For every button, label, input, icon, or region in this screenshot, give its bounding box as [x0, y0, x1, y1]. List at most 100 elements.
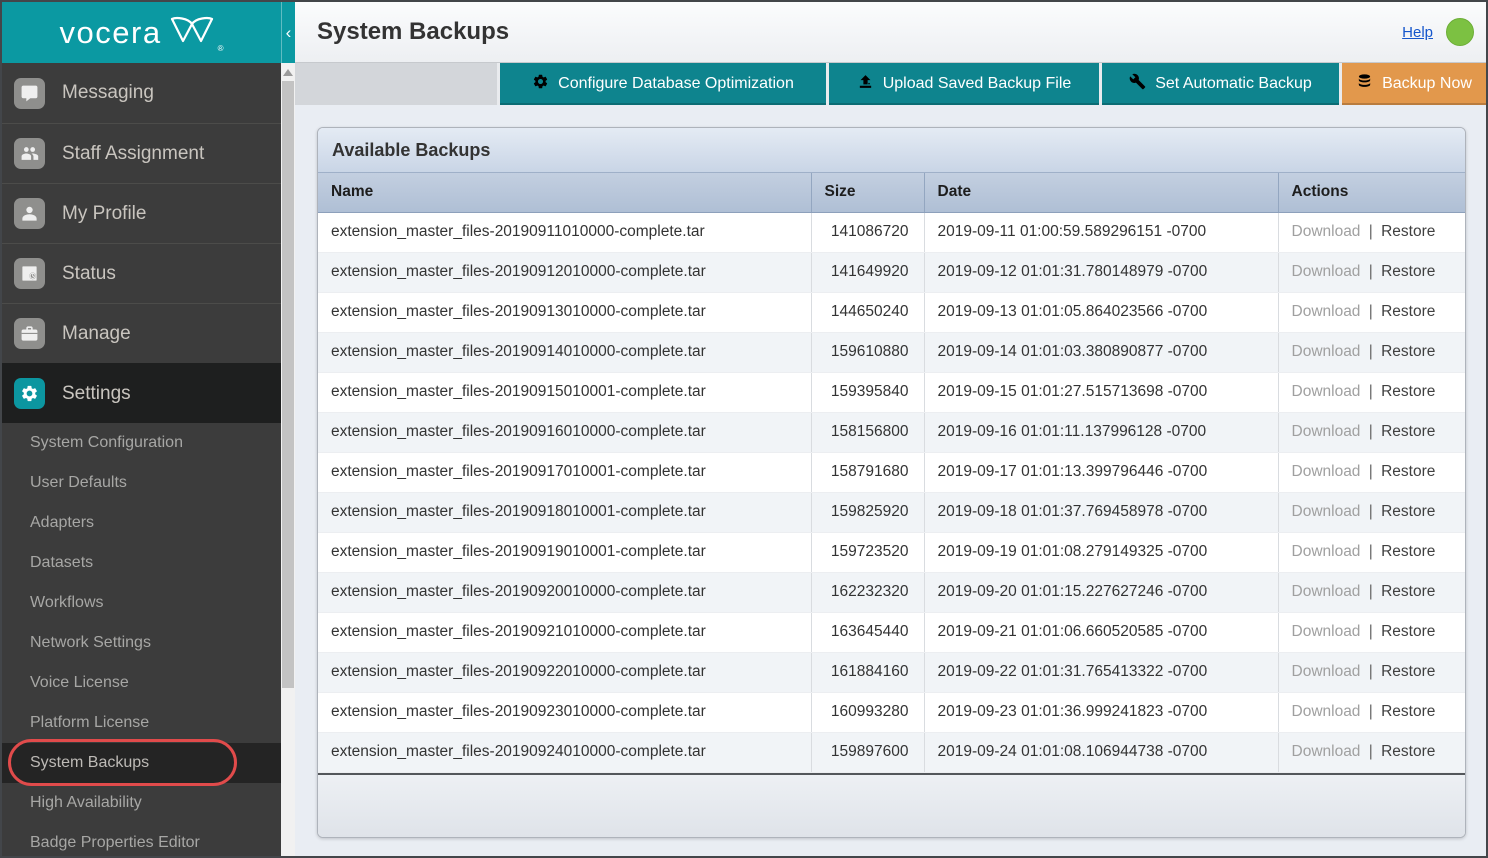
restore-link[interactable]: Restore: [1381, 503, 1435, 520]
restore-link[interactable]: Restore: [1381, 223, 1435, 240]
sidebar-item-messaging[interactable]: Messaging: [2, 63, 281, 123]
backup-actions-cell: Download | Restore: [1278, 372, 1465, 412]
table-row: extension_master_files-20190921010000-co…: [318, 612, 1465, 652]
actions-separator: |: [1365, 423, 1377, 440]
restore-link[interactable]: Restore: [1381, 703, 1435, 720]
restore-link[interactable]: Restore: [1381, 343, 1435, 360]
download-link[interactable]: Download: [1292, 623, 1361, 640]
backup-actions-cell: Download | Restore: [1278, 292, 1465, 332]
sidebar-scrollbar[interactable]: [281, 63, 295, 856]
backup-actions-cell: Download | Restore: [1278, 252, 1465, 292]
scrollbar-thumb[interactable]: [282, 81, 294, 688]
toolbar: Configure Database Optimization Upload S…: [295, 63, 1486, 105]
registered-mark: ®: [218, 44, 224, 53]
sidebar-subitem-platform-license[interactable]: Platform License: [2, 703, 281, 743]
main-content: System Backups Help Configure Database O…: [295, 2, 1486, 856]
sidebar-item-settings[interactable]: Settings: [2, 363, 281, 423]
restore-link[interactable]: Restore: [1381, 383, 1435, 400]
sidebar-item-status[interactable]: Status: [2, 243, 281, 303]
sidebar-subitem-network-settings[interactable]: Network Settings: [2, 623, 281, 663]
status-board-icon: [14, 258, 45, 289]
backup-date-cell: 2019-09-11 01:00:59.589296151 -0700: [924, 212, 1278, 252]
sidebar-item-staff-assignment[interactable]: Staff Assignment: [2, 123, 281, 183]
restore-link[interactable]: Restore: [1381, 623, 1435, 640]
configure-database-optimization-button[interactable]: Configure Database Optimization: [500, 63, 826, 105]
download-link[interactable]: Download: [1292, 463, 1361, 480]
upload-saved-backup-file-button[interactable]: Upload Saved Backup File: [829, 63, 1099, 105]
sidebar-item-label: Manage: [62, 323, 131, 345]
restore-link[interactable]: Restore: [1381, 463, 1435, 480]
app-window: vocera ® Messaging Staff Assignment My P…: [0, 0, 1488, 858]
toolbar-spacer: [295, 63, 497, 105]
download-link[interactable]: Download: [1292, 743, 1361, 760]
restore-link[interactable]: Restore: [1381, 663, 1435, 680]
sidebar-subitem-adapters[interactable]: Adapters: [2, 503, 281, 543]
sidebar-subitem-system-configuration[interactable]: System Configuration: [2, 423, 281, 463]
backup-size-cell: 159825920: [811, 492, 924, 532]
actions-separator: |: [1365, 583, 1377, 600]
backup-name-cell: extension_master_files-20190916010000-co…: [318, 412, 811, 452]
backup-name-cell: extension_master_files-20190918010001-co…: [318, 492, 811, 532]
backup-actions-cell: Download | Restore: [1278, 652, 1465, 692]
download-link[interactable]: Download: [1292, 703, 1361, 720]
restore-link[interactable]: Restore: [1381, 303, 1435, 320]
sidebar-item-label: Staff Assignment: [62, 143, 204, 165]
chat-bubble-icon: [14, 78, 45, 109]
sidebar-subitem-high-availability[interactable]: High Availability: [2, 783, 281, 823]
database-icon: [1356, 73, 1373, 95]
backup-date-cell: 2019-09-20 01:01:15.227627246 -0700: [924, 572, 1278, 612]
sidebar-subitem-datasets[interactable]: Datasets: [2, 543, 281, 583]
backup-size-cell: 159723520: [811, 532, 924, 572]
sidebar-subitem-workflows[interactable]: Workflows: [2, 583, 281, 623]
backup-date-cell: 2019-09-17 01:01:13.399796446 -0700: [924, 452, 1278, 492]
column-header-actions: Actions: [1278, 173, 1465, 212]
download-link[interactable]: Download: [1292, 223, 1361, 240]
sidebar-item-manage[interactable]: Manage: [2, 303, 281, 363]
restore-link[interactable]: Restore: [1381, 423, 1435, 440]
download-link[interactable]: Download: [1292, 263, 1361, 280]
sidebar-collapse-button[interactable]: ‹: [281, 2, 295, 63]
backup-size-cell: 141649920: [811, 252, 924, 292]
download-link[interactable]: Download: [1292, 383, 1361, 400]
backups-table: Name Size Date Actions extension_master_…: [318, 173, 1465, 773]
backup-now-button[interactable]: Backup Now: [1342, 63, 1486, 105]
panel-footer: [318, 773, 1465, 838]
backup-name-cell: extension_master_files-20190917010001-co…: [318, 452, 811, 492]
backup-date-cell: 2019-09-21 01:01:06.660520585 -0700: [924, 612, 1278, 652]
sidebar-subitem-system-backups[interactable]: System Backups: [2, 743, 281, 783]
table-row: extension_master_files-20190920010000-co…: [318, 572, 1465, 612]
backup-name-cell: extension_master_files-20190915010001-co…: [318, 372, 811, 412]
download-link[interactable]: Download: [1292, 303, 1361, 320]
download-link[interactable]: Download: [1292, 543, 1361, 560]
toolbar-button-label: Upload Saved Backup File: [883, 75, 1072, 93]
sidebar-subitem-user-defaults[interactable]: User Defaults: [2, 463, 281, 503]
table-row: extension_master_files-20190923010000-co…: [318, 692, 1465, 732]
restore-link[interactable]: Restore: [1381, 543, 1435, 560]
sidebar-settings-subitems: System Configuration User Defaults Adapt…: [2, 423, 281, 856]
sidebar-subitem-badge-properties-editor[interactable]: Badge Properties Editor: [2, 823, 281, 856]
actions-separator: |: [1365, 743, 1377, 760]
set-automatic-backup-button[interactable]: Set Automatic Backup: [1102, 63, 1339, 105]
column-header-size: Size: [811, 173, 924, 212]
backup-date-cell: 2019-09-15 01:01:27.515713698 -0700: [924, 372, 1278, 412]
sidebar-item-my-profile[interactable]: My Profile: [2, 183, 281, 243]
backup-size-cell: 159897600: [811, 732, 924, 772]
backup-date-cell: 2019-09-18 01:01:37.769458978 -0700: [924, 492, 1278, 532]
restore-link[interactable]: Restore: [1381, 263, 1435, 280]
scrollbar-up-arrow-icon[interactable]: [283, 69, 293, 76]
download-link[interactable]: Download: [1292, 423, 1361, 440]
restore-link[interactable]: Restore: [1381, 743, 1435, 760]
backup-name-cell: extension_master_files-20190920010000-co…: [318, 572, 811, 612]
download-link[interactable]: Download: [1292, 663, 1361, 680]
download-link[interactable]: Download: [1292, 343, 1361, 360]
download-link[interactable]: Download: [1292, 583, 1361, 600]
sidebar-subitem-voice-license[interactable]: Voice License: [2, 663, 281, 703]
backup-date-cell: 2019-09-23 01:01:36.999241823 -0700: [924, 692, 1278, 732]
download-link[interactable]: Download: [1292, 503, 1361, 520]
page-body: Available Backups Name Size Date Actions: [295, 105, 1486, 856]
help-link[interactable]: Help: [1402, 24, 1433, 41]
backup-size-cell: 158791680: [811, 452, 924, 492]
table-row: extension_master_files-20190918010001-co…: [318, 492, 1465, 532]
restore-link[interactable]: Restore: [1381, 583, 1435, 600]
gear-icon: [532, 73, 549, 95]
